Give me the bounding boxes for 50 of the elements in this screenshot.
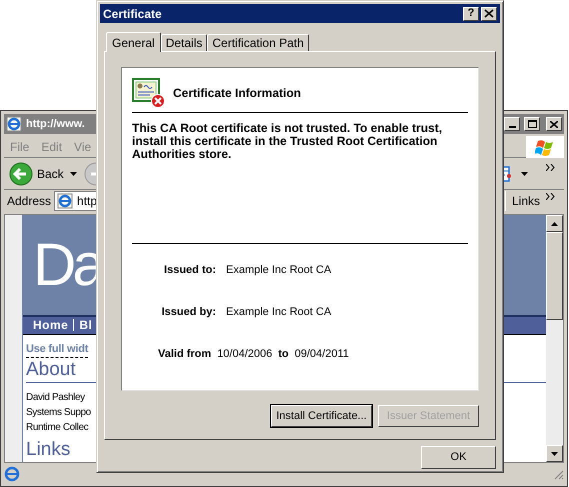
nav-link[interactable]: Bl: [79, 316, 92, 334]
close-button[interactable]: [481, 6, 497, 20]
scroll-thumb[interactable]: [546, 232, 563, 320]
help-button[interactable]: ?: [463, 6, 479, 20]
field-value: 09/04/2011: [294, 346, 349, 362]
resize-grip-icon[interactable]: [552, 468, 564, 480]
field-value: Example Inc Root CA: [226, 262, 332, 278]
caret-icon[interactable]: [70, 172, 77, 176]
maximize-button[interactable]: [524, 117, 540, 131]
chevron-icon[interactable]: [546, 164, 555, 171]
field-label: Issued by:: [160, 304, 216, 320]
back-button[interactable]: Back: [7, 160, 66, 186]
warning-message: This CA Root certificate is not trusted. To enable trust, install this certificate in the Trusted Root Certification Authorities store.: [132, 122, 444, 161]
links-label[interactable]: Links: [512, 192, 540, 210]
page-heading: About: [26, 358, 76, 382]
tab[interactable]: Certification Path: [207, 34, 309, 51]
window-title: Certificate: [103, 6, 162, 22]
close-button[interactable]: [546, 117, 562, 131]
scrollbar[interactable]: [546, 215, 563, 462]
tab[interactable]: General: [106, 32, 161, 52]
page-text: Systems Suppo: [26, 406, 91, 420]
field-label: Issued to:: [163, 262, 216, 278]
page-text: Runtime Collec: [26, 421, 88, 435]
page-text: David Pashley: [26, 391, 85, 405]
field-value: Example Inc Root CA: [226, 304, 332, 320]
dialog-heading: Certificate Information: [173, 85, 302, 102]
scroll-down-button[interactable]: [546, 445, 563, 462]
flag-icon: [535, 138, 555, 156]
caret-icon[interactable]: [521, 172, 528, 176]
close-icon: [484, 9, 494, 18]
tab[interactable]: Details: [160, 34, 208, 51]
dialog-button[interactable]: Install Certificate...: [271, 405, 372, 427]
window-title: http://www.: [26, 116, 85, 132]
field-value: 10/04/2006: [217, 346, 272, 362]
up-arrow-icon: [551, 222, 558, 226]
page-heading: Links: [26, 438, 70, 462]
maximize-icon: [528, 120, 536, 128]
down-arrow-icon: [551, 452, 558, 456]
nav-link[interactable]: Home: [33, 316, 68, 334]
ok-button[interactable]: OK: [421, 446, 496, 469]
field-label: to: [278, 346, 289, 362]
certificate-error-icon: [132, 78, 165, 108]
address-label: Address: [7, 193, 52, 210]
minimize-button[interactable]: [504, 117, 520, 131]
page-link[interactable]: Use full widt: [26, 340, 88, 358]
close-icon: [550, 120, 558, 128]
chevron-icon[interactable]: [546, 193, 555, 200]
scroll-up-button[interactable]: [546, 215, 563, 232]
minimize-icon: [508, 126, 516, 128]
field-label: Valid from: [158, 346, 212, 362]
